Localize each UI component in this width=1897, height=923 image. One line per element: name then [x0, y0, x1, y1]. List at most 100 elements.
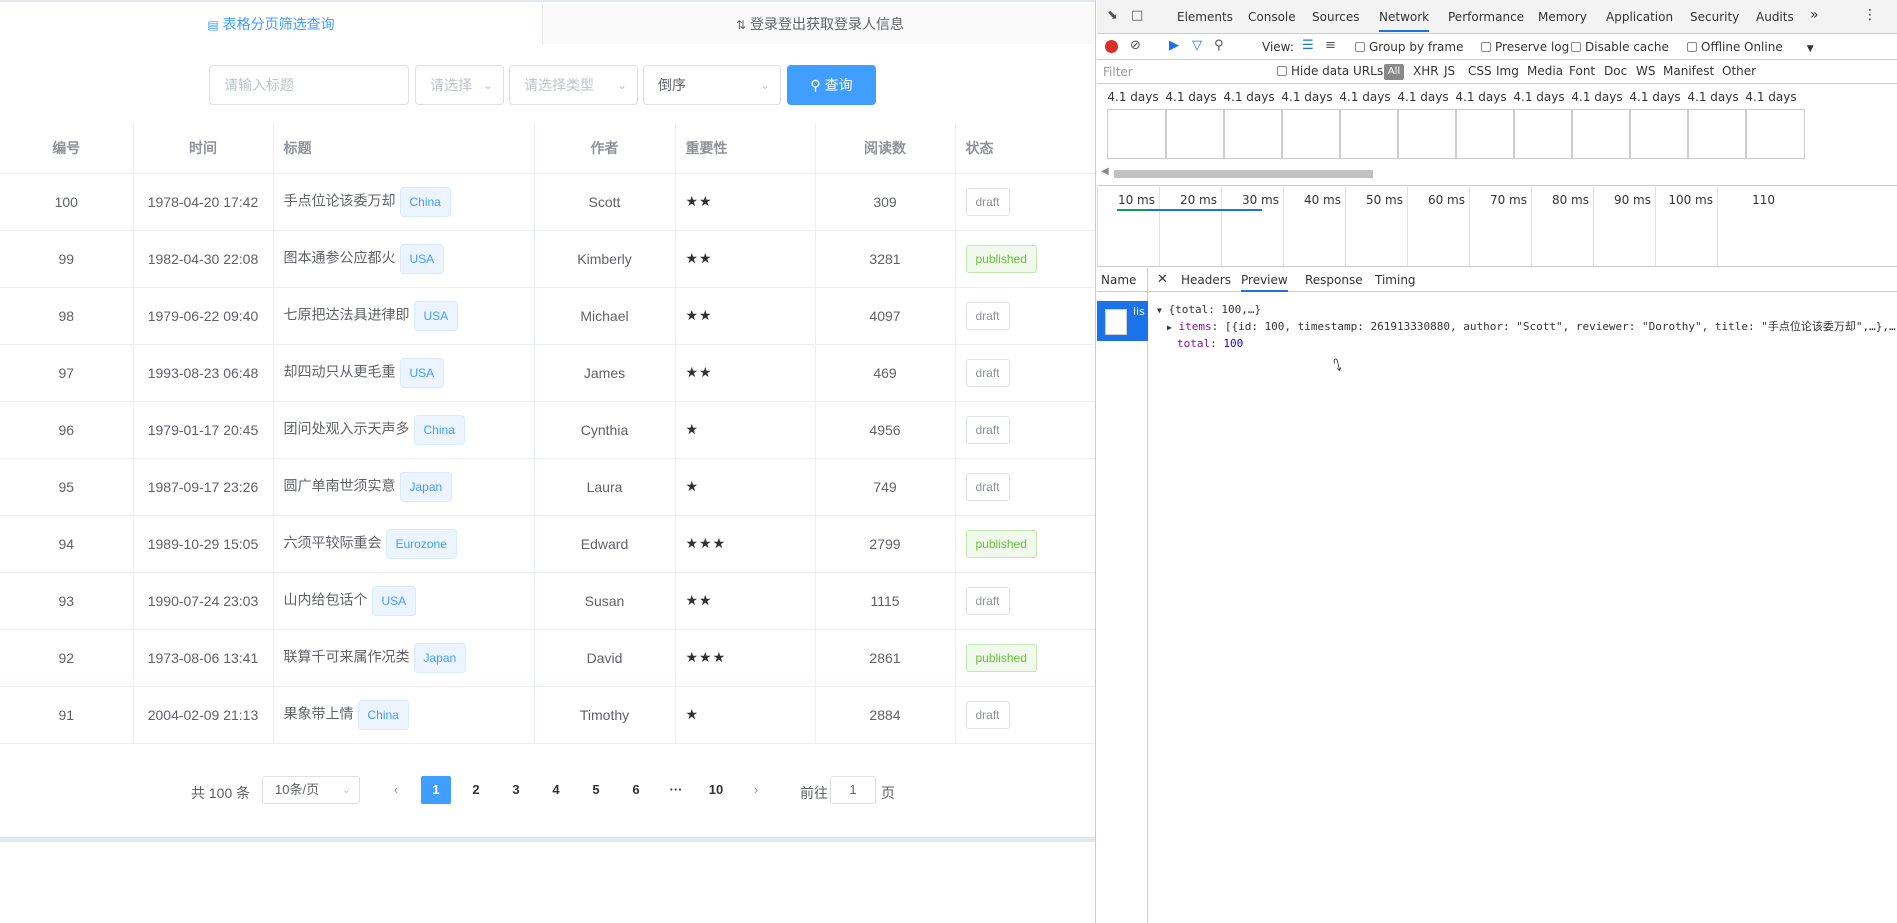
frame-thumbnail	[1629, 109, 1689, 159]
group-by-frame-checkbox[interactable]: Group by frame	[1355, 40, 1463, 54]
table-row[interactable]: 99 1982-04-30 22:08 图本通参公应都火 USA Kimberly ★★ 3…	[0, 230, 1095, 288]
table-row[interactable]: 92 1973-08-06 13:41 联算千可来属作况类 Japan David ★★★…	[0, 629, 1095, 687]
chevron-down-icon: ⌄	[759, 78, 770, 92]
hide-data-urls-checkbox[interactable]: Hide data URLs	[1277, 64, 1383, 78]
offline-checkbox[interactable]: Offline	[1687, 40, 1740, 54]
list-view-icon[interactable]: ☰	[1302, 38, 1314, 53]
file-icon	[1105, 309, 1127, 335]
title-link[interactable]: 却四动只从更毛重	[284, 363, 396, 379]
filter-type-manifest[interactable]: Manifest	[1663, 64, 1714, 78]
devtools-tab-memory[interactable]: Memory	[1538, 10, 1587, 24]
checkbox-icon	[1355, 42, 1365, 52]
table-row[interactable]: 97 1993-08-23 06:48 却四动只从更毛重 USA James ★★ 469 d…	[0, 344, 1095, 402]
title-link[interactable]: 图本通参公应都火	[284, 249, 396, 265]
title-link[interactable]: 果象带上情	[284, 705, 354, 721]
table-row[interactable]: 98 1979-06-22 09:40 七原把达法具进律即 USA Michael ★★ 4…	[0, 287, 1095, 345]
json-items-line[interactable]: ▶ items: [{id: 100, timestamp: 261913330…	[1157, 319, 1897, 336]
filter-type-js[interactable]: JS	[1444, 64, 1455, 78]
more-pages-button[interactable]: ···	[661, 776, 691, 804]
frames-scrollbar[interactable]: ◀	[1097, 166, 1897, 182]
subtab-headers[interactable]: Headers	[1181, 273, 1231, 287]
search-button[interactable]: ⚲ 查询	[787, 65, 876, 105]
capture-screenshots-icon[interactable]: ▶	[1169, 38, 1179, 53]
request-row[interactable]: lis	[1097, 301, 1148, 341]
mouse-cursor-icon: ⭛	[1333, 356, 1342, 375]
inspect-icon[interactable]: ⬊	[1107, 8, 1118, 23]
more-tabs-icon[interactable]: »	[1810, 7, 1819, 23]
table-row[interactable]: 95 1987-09-17 23:26 圆广单南世须实意 Japan Laura ★ 749…	[0, 458, 1095, 516]
title-link[interactable]: 团问处观入示天声多	[284, 420, 410, 436]
close-icon[interactable]: ✕	[1157, 272, 1168, 287]
title-link[interactable]: 手点位论该委万却	[284, 192, 396, 208]
page-1-button[interactable]: 1	[421, 776, 451, 804]
filter-input[interactable]: Filter	[1103, 65, 1133, 79]
title-link[interactable]: 七原把达法具进律即	[284, 306, 410, 322]
page-2-button[interactable]: 2	[461, 776, 491, 804]
importance-select[interactable]: 请选择 ⌄	[415, 65, 504, 105]
disable-cache-checkbox[interactable]: Disable cache	[1571, 40, 1669, 54]
page-3-button[interactable]: 3	[501, 776, 531, 804]
filter-type-img[interactable]: Img	[1496, 64, 1519, 78]
waterfall-view-icon[interactable]: ≡	[1325, 38, 1336, 53]
devtools-tab-elements[interactable]: Elements	[1177, 10, 1233, 24]
page-6-button[interactable]: 6	[621, 776, 651, 804]
page-5-button[interactable]: 5	[581, 776, 611, 804]
device-toolbar-icon[interactable]: □	[1131, 8, 1143, 23]
filter-type-xhr[interactable]: XHR	[1413, 64, 1439, 78]
scrollbar-thumb[interactable]	[1114, 170, 1373, 178]
prev-page-button[interactable]: ‹	[381, 776, 411, 804]
page-size-select[interactable]: 10条/页 ⌄	[262, 776, 360, 804]
devtools-tab-performance[interactable]: Performance	[1448, 10, 1524, 24]
scroll-left-icon[interactable]: ◀	[1101, 166, 1109, 177]
throttle-select[interactable]: Online ▼	[1744, 40, 1814, 54]
preserve-log-checkbox[interactable]: Preserve log	[1481, 40, 1569, 54]
subtab-preview[interactable]: Preview	[1241, 273, 1288, 292]
checkbox-icon	[1277, 66, 1287, 76]
title-link[interactable]: 圆广单南世须实意	[284, 477, 396, 493]
region-tag: USA	[399, 243, 445, 274]
filter-icon[interactable]: ▽	[1192, 38, 1202, 53]
devtools-tab-audits[interactable]: Audits	[1756, 10, 1794, 24]
name-column-header[interactable]: Name	[1097, 268, 1148, 292]
goto-page-input[interactable]: 1	[830, 776, 876, 804]
devtools-tab-console[interactable]: Console	[1248, 10, 1296, 24]
search-icon[interactable]: ⚲	[1214, 38, 1224, 53]
table-row[interactable]: 96 1979-01-17 20:45 团问处观入示天声多 China Cynthia ★…	[0, 401, 1095, 459]
subtab-timing[interactable]: Timing	[1375, 273, 1416, 287]
filter-type-css[interactable]: CSS	[1468, 64, 1492, 78]
col-header-id[interactable]: 编号	[0, 124, 134, 174]
title-search-input[interactable]: 请输入标题	[209, 65, 409, 105]
table-row[interactable]: 93 1990-07-24 23:03 山内给包话个 USA Susan ★★ 1115 dr…	[0, 572, 1095, 630]
devtools-tab-application[interactable]: Application	[1606, 10, 1673, 24]
kebab-menu-icon[interactable]: ⋮	[1863, 7, 1877, 23]
table-row[interactable]: 100 1978-04-20 17:42 手点位论该委万却 China Scott ★★ 3…	[0, 173, 1095, 231]
filter-type-all[interactable]: All	[1384, 64, 1404, 80]
checkbox-label: Hide data URLs	[1291, 64, 1384, 78]
tab-table-query[interactable]: ▤ 表格分页筛选查询	[0, 4, 543, 44]
devtools-tab-security[interactable]: Security	[1690, 10, 1739, 24]
devtools-tab-sources[interactable]: Sources	[1312, 10, 1359, 24]
cell-id: 94	[0, 515, 134, 573]
title-link[interactable]: 山内给包话个	[284, 591, 368, 607]
subtab-response[interactable]: Response	[1305, 273, 1363, 287]
sort-select[interactable]: 倒序 ⌄	[643, 65, 781, 105]
filter-type-font[interactable]: Font	[1569, 64, 1595, 78]
title-link[interactable]: 六须平较际重会	[284, 534, 382, 550]
page-4-button[interactable]: 4	[541, 776, 571, 804]
star-rating-icon: ★★	[685, 250, 713, 266]
table-row[interactable]: 94 1989-10-29 15:05 六须平较际重会 Eurozone Edward ★…	[0, 515, 1095, 573]
clear-icon[interactable]: ⊘	[1130, 38, 1141, 53]
filter-type-ws[interactable]: WS	[1636, 64, 1655, 78]
filter-type-media[interactable]: Media	[1527, 64, 1563, 78]
next-page-button[interactable]: ›	[741, 776, 771, 804]
filter-type-other[interactable]: Other	[1722, 64, 1756, 78]
type-select[interactable]: 请选择类型 ⌄	[509, 65, 638, 105]
table-row[interactable]: 91 2004-02-09 21:13 果象带上情 China Timothy ★ 2884…	[0, 686, 1095, 744]
title-link[interactable]: 联算千可来属作况类	[284, 648, 410, 664]
tab-login[interactable]: ⇅ 登录登出获取登录人信息	[544, 4, 1095, 44]
page-10-button[interactable]: 10	[701, 776, 731, 804]
devtools-tab-network[interactable]: Network	[1379, 10, 1430, 32]
filter-type-doc[interactable]: Doc	[1604, 64, 1627, 78]
json-root-line[interactable]: ▼ {total: 100,…}	[1157, 302, 1897, 319]
record-icon[interactable]	[1105, 40, 1118, 53]
